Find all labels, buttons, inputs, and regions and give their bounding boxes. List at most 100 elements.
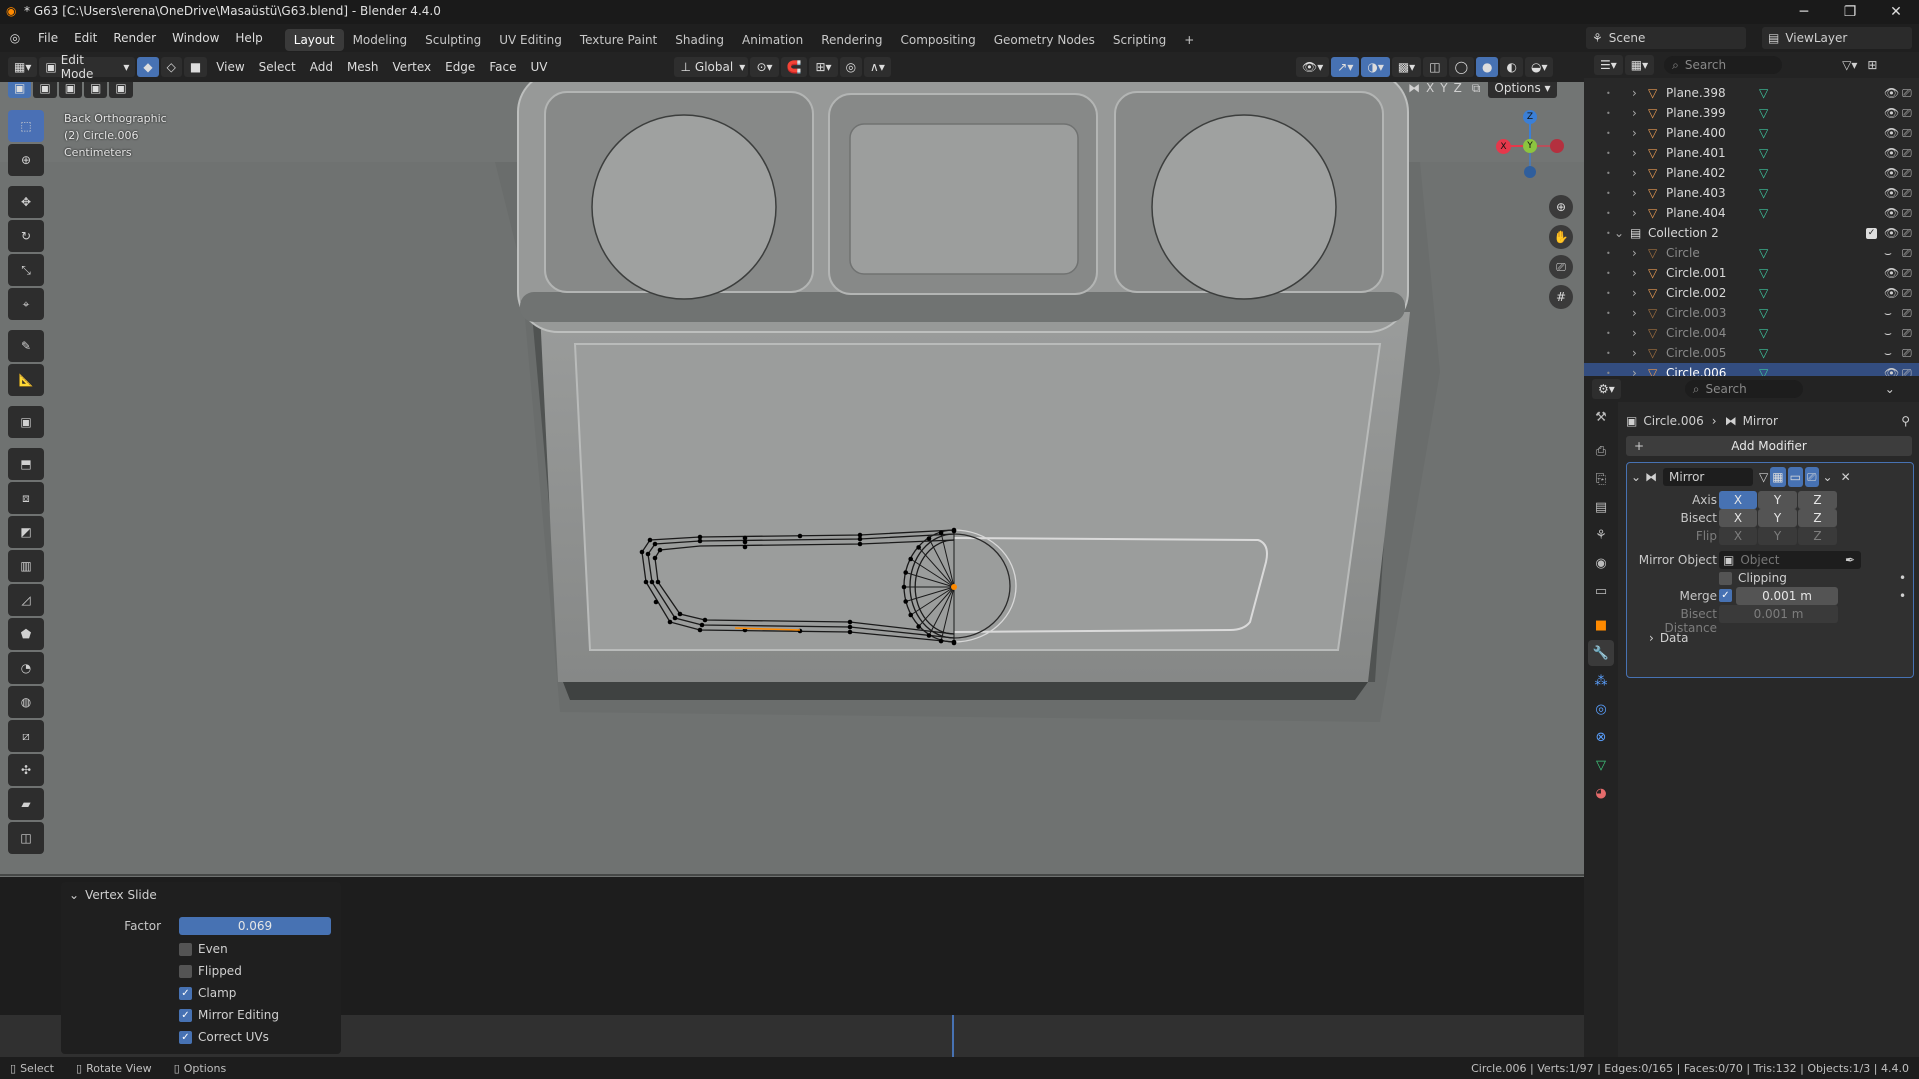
tab-scripting[interactable]: Scripting — [1104, 29, 1175, 51]
outliner-row[interactable]: • › ▽ Plane.399 ▽ 👁 ⎚ — [1584, 103, 1919, 123]
expand-chevron-icon[interactable]: ⌄ — [1614, 226, 1624, 240]
outliner-row[interactable]: • › ▽ Plane.401 ▽ 👁 ⎚ — [1584, 143, 1919, 163]
menu-file[interactable]: File — [30, 24, 66, 52]
add-cube-tool-icon[interactable]: ▣ — [8, 406, 44, 438]
select-box-tool-icon[interactable]: ⬚ — [8, 110, 44, 142]
smooth-tool-icon[interactable]: ◍ — [8, 686, 44, 718]
z-axis-icon[interactable]: Z — [1523, 110, 1537, 124]
camera-render-icon[interactable]: ⎚ — [1902, 166, 1912, 181]
viewlayer-selector[interactable]: ▤ ViewLayer — [1762, 27, 1912, 49]
select-invert-icon[interactable]: ▣ — [84, 82, 108, 98]
mirror-editing-checkbox[interactable]: ✓ — [179, 1008, 192, 1022]
chevron-down-icon[interactable]: ⌄ — [1885, 382, 1895, 396]
pivot-icon[interactable]: ⊙▾ — [750, 57, 779, 77]
mesh-vertex[interactable] — [847, 624, 853, 630]
pin-icon[interactable]: ⚲ — [1901, 414, 1910, 428]
outliner-row[interactable]: • › ▽ Circle.004 ▽ ⌣ ⎚ — [1584, 323, 1919, 343]
factor-field[interactable]: 0.069 — [179, 917, 331, 935]
mesh-vertex[interactable] — [857, 532, 863, 538]
material-shading-icon[interactable]: ◐ — [1500, 57, 1523, 77]
camera-render-icon[interactable]: ⎚ — [1902, 86, 1912, 101]
rendered-shading-icon[interactable]: ◒▾ — [1524, 57, 1554, 77]
eye-icon[interactable]: 👁 — [1884, 86, 1899, 100]
knife-tool-icon[interactable]: ◿ — [8, 584, 44, 616]
rotate-tool-icon[interactable]: ↻ — [8, 220, 44, 252]
pan-hand-icon[interactable]: ✋ — [1549, 225, 1573, 249]
add-modifier-button[interactable]: + Add Modifier — [1626, 436, 1912, 456]
menu-edge[interactable]: Edge — [438, 60, 482, 74]
menu-uv[interactable]: UV — [523, 60, 554, 74]
eye-closed-icon[interactable]: ⌣ — [1884, 306, 1892, 321]
tab-sculpting[interactable]: Sculpting — [416, 29, 490, 51]
camera-render-icon[interactable]: ⎚ — [1902, 346, 1912, 361]
visibility-icon[interactable]: 👁▾ — [1296, 57, 1330, 77]
mesh-vertex[interactable] — [903, 570, 909, 575]
camera-render-icon[interactable]: ⎚ — [1902, 246, 1912, 261]
mesh-vertex[interactable] — [908, 612, 913, 618]
mesh-vertex[interactable] — [857, 536, 863, 542]
eye-icon[interactable]: 👁 — [1884, 146, 1899, 160]
tab-modeling[interactable]: Modeling — [344, 29, 417, 51]
eye-icon[interactable]: 👁 — [1884, 286, 1899, 300]
chevron-down-icon[interactable]: ⌄ — [1823, 470, 1833, 484]
flipped-checkbox[interactable] — [179, 964, 192, 978]
expand-chevron-icon[interactable]: › — [1632, 186, 1637, 200]
solid-shading-icon[interactable]: ● — [1476, 57, 1499, 77]
tab-compositing[interactable]: Compositing — [891, 29, 984, 51]
tab-rendering[interactable]: Rendering — [812, 29, 891, 51]
mesh-vertex[interactable] — [847, 629, 853, 635]
cursor-tool-icon[interactable]: ⊕ — [8, 144, 44, 176]
clipping-option[interactable]: Clipping — [1719, 571, 1787, 585]
eye-icon[interactable]: 👁 — [1884, 206, 1899, 220]
eye-icon[interactable]: 👁 — [1884, 126, 1899, 140]
mesh-vertex[interactable] — [916, 624, 921, 629]
mesh-vertex[interactable] — [652, 541, 658, 547]
expand-chevron-icon[interactable]: › — [1632, 326, 1637, 340]
mesh-vertex[interactable] — [647, 537, 653, 543]
extrude-tool-icon[interactable]: ⬒ — [8, 448, 44, 480]
outliner-row[interactable]: • › ▽ Circle.002 ▽ 👁 ⎚ — [1584, 283, 1919, 303]
edge-select-icon[interactable]: ◇ — [160, 57, 182, 77]
gizmo-icon[interactable]: ↗▾ — [1331, 57, 1360, 77]
filter-icon[interactable]: ▽▾ — [1842, 58, 1857, 72]
mesh-vertex[interactable] — [926, 536, 932, 541]
annotate-tool-icon[interactable]: ✎ — [8, 330, 44, 362]
bevel-tool-icon[interactable]: ◩ — [8, 516, 44, 548]
camera-render-icon[interactable]: ⎚ — [1902, 266, 1912, 281]
scene-tab-icon[interactable]: ⚘ — [1588, 522, 1614, 548]
outliner-row[interactable]: • ⌄ ▤ Collection 2 ✓ 👁 ⎚ — [1584, 223, 1919, 243]
select-intersect-icon[interactable]: ▣ — [109, 82, 133, 98]
menu-face[interactable]: Face — [482, 60, 523, 74]
clipping-checkbox[interactable] — [1719, 571, 1732, 585]
data-tab-icon[interactable]: ▽ — [1588, 752, 1614, 778]
menu-vertex[interactable]: Vertex — [386, 60, 439, 74]
eyedropper-icon[interactable]: ✒ — [1845, 553, 1855, 567]
chevron-down-icon[interactable]: ⌄ — [1631, 470, 1645, 484]
data-subpanel[interactable]: › Data — [1649, 631, 1688, 645]
camera-render-icon[interactable]: ⎚ — [1902, 126, 1912, 141]
select-subtract-icon[interactable]: ▣ — [58, 82, 83, 98]
options-dropdown[interactable]: Options ▾ — [1488, 82, 1557, 98]
object-tab-icon[interactable]: ■ — [1588, 612, 1614, 638]
constraints-tab-icon[interactable]: ⊗ — [1588, 724, 1614, 750]
exclude-checkbox[interactable]: ✓ — [1866, 227, 1877, 239]
spin-tool-icon[interactable]: ◔ — [8, 652, 44, 684]
active-vertex[interactable] — [951, 584, 957, 590]
tab-texture-paint[interactable]: Texture Paint — [571, 29, 666, 51]
correct-uvs-checkbox[interactable]: ✓ — [179, 1030, 192, 1044]
scene-selector[interactable]: ⚘ Scene — [1586, 27, 1746, 49]
flip-z-toggle[interactable]: Z — [1798, 527, 1837, 545]
navigation-gizmo[interactable]: Z X Y — [1490, 106, 1570, 186]
option-mirror-editing[interactable]: ✓ Mirror Editing — [179, 1008, 279, 1022]
mesh-vertex[interactable] — [742, 544, 748, 550]
tool-tab-icon[interactable]: ⚒ — [1588, 404, 1614, 430]
render-tab-icon[interactable]: ⎙ — [1588, 438, 1614, 464]
x-axis-icon[interactable]: X — [1496, 139, 1511, 154]
mode-selector[interactable]: ▣ Edit Mode ▾ — [39, 53, 136, 81]
mirror-object-field[interactable]: ▣ Object ✒ — [1719, 551, 1861, 569]
bisect-x-toggle[interactable]: X — [1719, 509, 1757, 527]
mesh-vertex[interactable] — [649, 579, 655, 585]
mesh-vertex[interactable] — [702, 617, 708, 623]
mesh-vertex[interactable] — [699, 622, 705, 628]
uv-sync-icon[interactable]: ⧉ — [1472, 82, 1481, 96]
